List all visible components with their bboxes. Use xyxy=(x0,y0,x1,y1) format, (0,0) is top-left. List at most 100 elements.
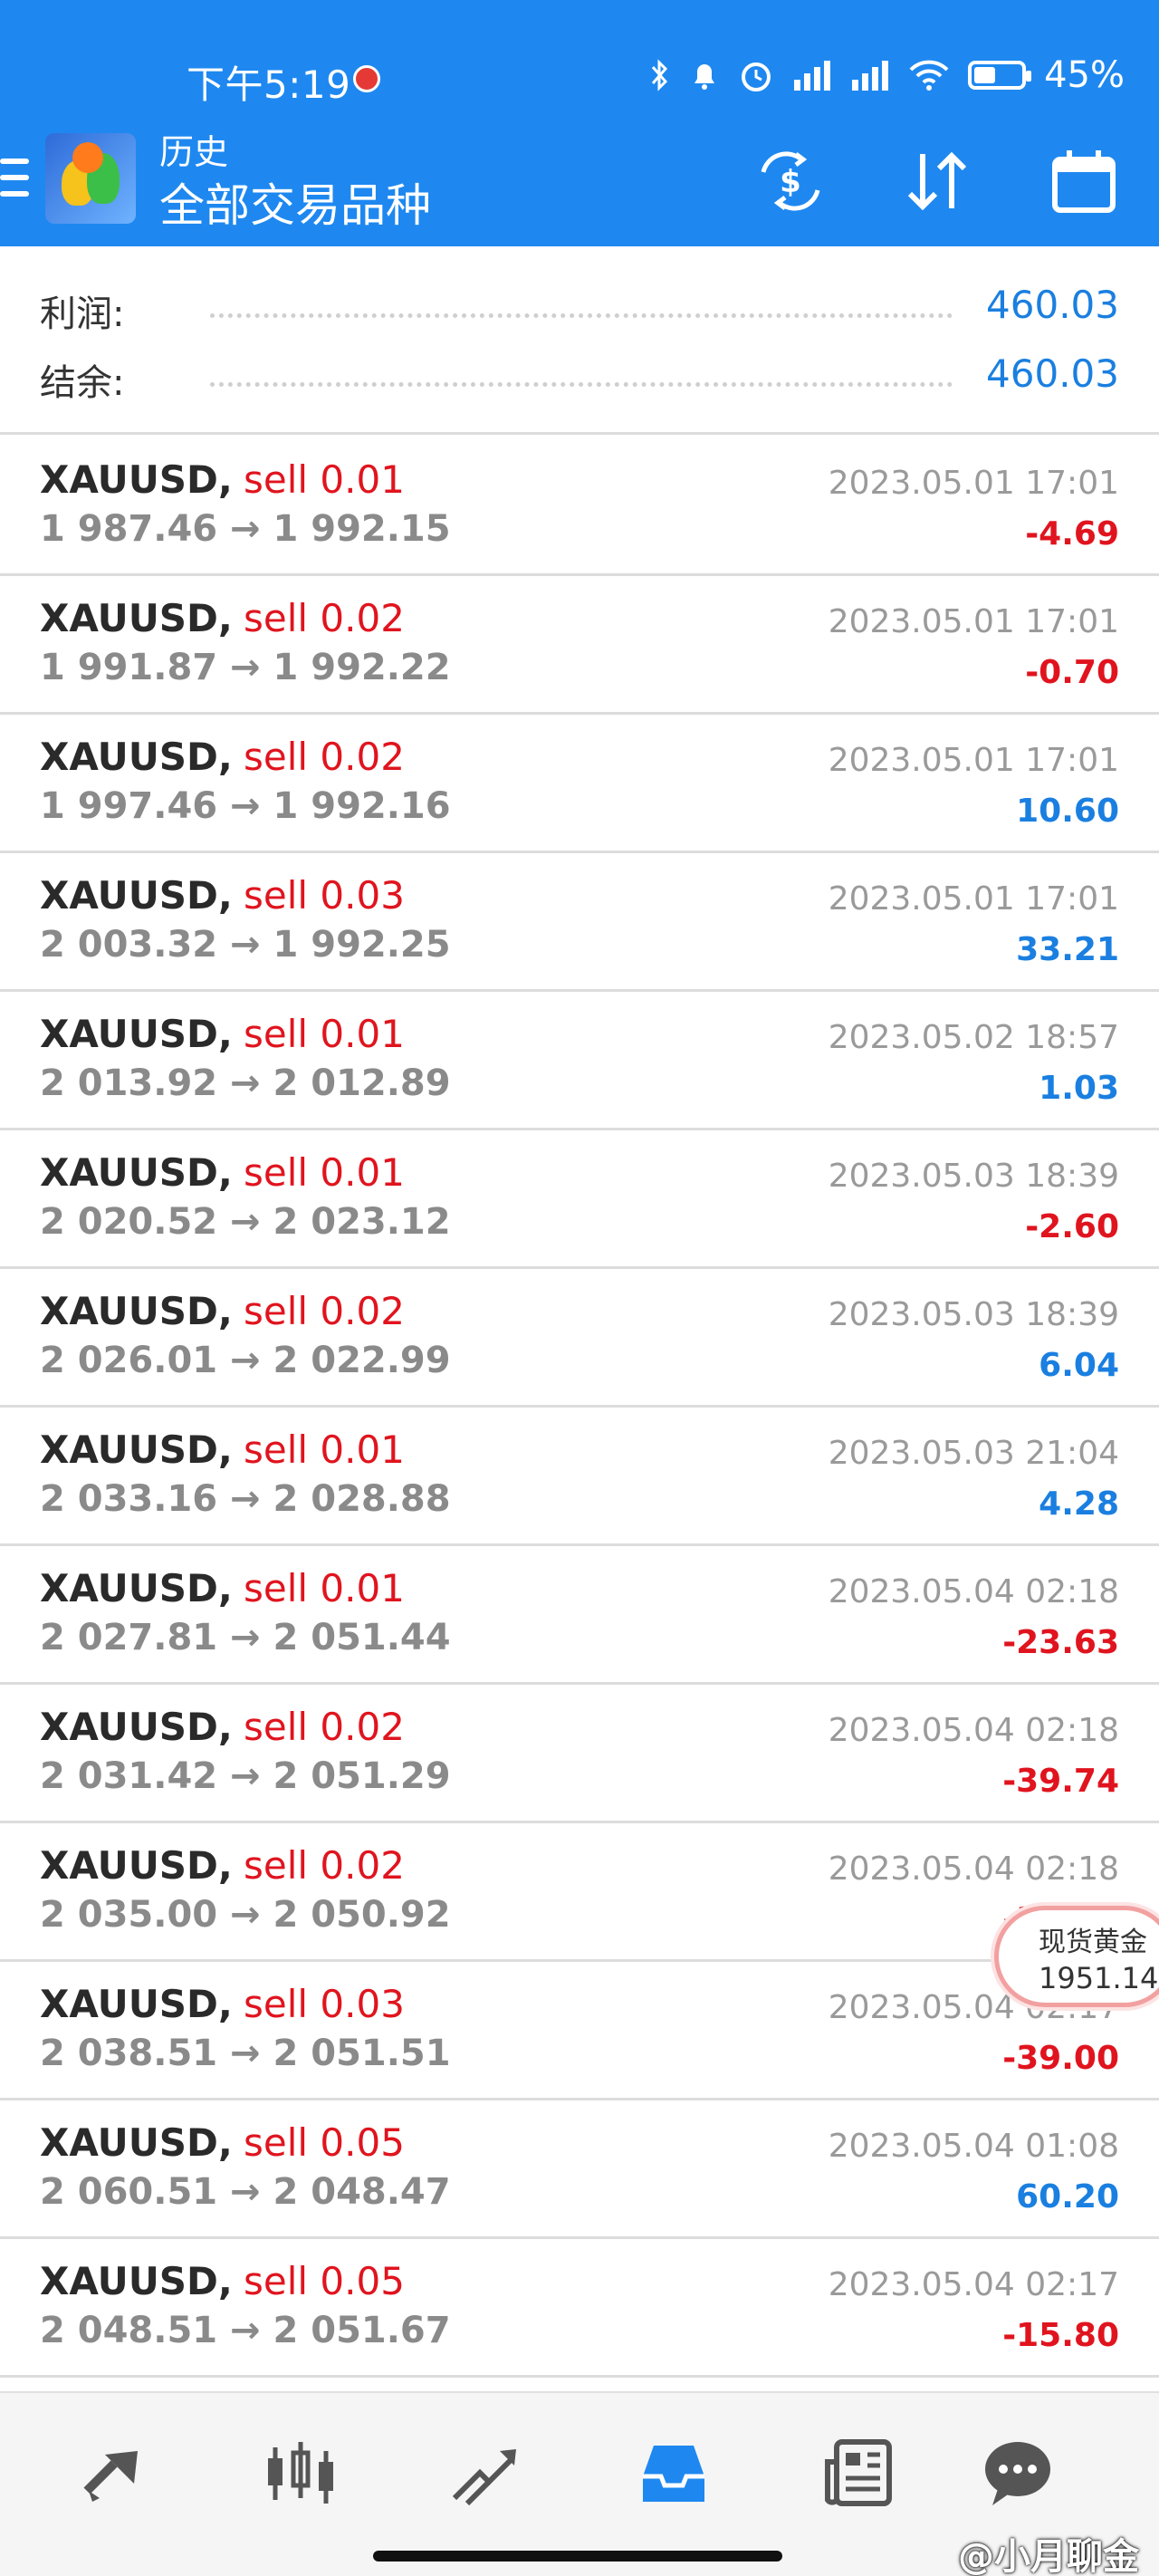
signal-icon-2 xyxy=(850,60,890,91)
trade-time: 2023.05.03 18:39 xyxy=(828,1158,1119,1195)
dotted-leader xyxy=(210,382,953,387)
trade-profit: 6.04 xyxy=(1039,1347,1119,1384)
trade-row[interactable]: XAUUSD, sell 0.01 2 013.92 → 2 012.89 2023.… xyxy=(0,992,1159,1130)
trade-side: sell 0.02 xyxy=(244,596,405,640)
trade-symbol: XAUUSD, xyxy=(40,596,233,640)
balance-value: 460.03 xyxy=(986,351,1119,396)
trade-row[interactable]: XAUUSD, sell 0.01 2 033.16 → 2 028.88 2023.… xyxy=(0,1408,1159,1546)
trade-profit: 1.03 xyxy=(1039,1070,1119,1107)
trade-profit: -39.74 xyxy=(1002,1763,1119,1800)
quotes-icon xyxy=(83,2451,138,2502)
trade-prices: 2 031.42 → 2 051.29 xyxy=(40,1755,451,1797)
trade-side: sell 0.01 xyxy=(244,1427,405,1472)
trade-side: sell 0.05 xyxy=(244,2259,405,2303)
trade-row[interactable]: XAUUSD, sell 0.02 2 031.42 → 2 051.29 2023.… xyxy=(0,1685,1159,1823)
trade-row[interactable]: XAUUSD, sell 0.01 2 027.81 → 2 051.44 2023.… xyxy=(0,1546,1159,1685)
trade-row[interactable]: XAUUSD, sell 0.02 2 026.01 → 2 022.99 2023.… xyxy=(0,1269,1159,1408)
trade-symbol: XAUUSD, xyxy=(40,1012,233,1056)
trade-profit: -39.00 xyxy=(1002,2040,1119,2077)
alarm-icon xyxy=(738,57,774,93)
trade-side: sell 0.01 xyxy=(244,1150,405,1195)
trade-side: sell 0.03 xyxy=(244,1982,405,2026)
trade-profit: -2.60 xyxy=(1025,1208,1119,1245)
trade-symbol: XAUUSD, xyxy=(40,457,233,502)
watermark: @小月聊金 xyxy=(958,2536,1139,2576)
trade-profit: -0.70 xyxy=(1025,654,1119,691)
trade-side: sell 0.05 xyxy=(244,2120,405,2165)
app-logo xyxy=(45,133,136,224)
nav-quotes[interactable] xyxy=(71,2427,161,2518)
trade-time: 2023.05.04 01:08 xyxy=(828,2128,1119,2165)
sort-button[interactable] xyxy=(896,140,978,222)
trade-history-list: XAUUSD, sell 0.01 1 987.46 → 1 992.15 2023.… xyxy=(0,437,1159,2378)
calendar-icon xyxy=(1052,150,1116,213)
trade-prices: 1 991.87 → 1 992.22 xyxy=(40,647,451,688)
trade-side: sell 0.03 xyxy=(244,873,405,918)
trade-prices: 2 013.92 → 2 012.89 xyxy=(40,1062,451,1104)
balance-label: 结余: xyxy=(40,362,125,404)
currency-exchange-button[interactable]: $ xyxy=(750,140,831,222)
trade-symbol: XAUUSD, xyxy=(40,1289,233,1333)
trade-symbol: XAUUSD, xyxy=(40,2259,233,2303)
nav-history[interactable] xyxy=(628,2427,719,2518)
trade-time: 2023.05.04 02:18 xyxy=(828,1850,1119,1888)
menu-icon[interactable] xyxy=(0,159,29,200)
trade-time: 2023.05.03 18:39 xyxy=(828,1296,1119,1333)
trade-symbol: XAUUSD, xyxy=(40,1982,233,2026)
trade-side: sell 0.02 xyxy=(244,735,405,779)
trade-time: 2023.05.01 17:01 xyxy=(828,880,1119,918)
trade-time: 2023.05.01 17:01 xyxy=(828,742,1119,779)
trade-symbol: XAUUSD, xyxy=(40,1705,233,1749)
trade-row[interactable]: XAUUSD, sell 0.05 2 048.51 → 2 051.67 2023.… xyxy=(0,2239,1159,2378)
trade-row[interactable]: XAUUSD, sell 0.02 1 997.46 → 1 992.16 2023.… xyxy=(0,715,1159,853)
currency-exchange-icon: $ xyxy=(761,151,820,211)
nav-news[interactable] xyxy=(813,2427,904,2518)
trade-row[interactable]: XAUUSD, sell 0.02 1 991.87 → 1 992.22 2023.… xyxy=(0,576,1159,715)
chart-candles-icon xyxy=(268,2442,333,2504)
bell-icon xyxy=(689,58,720,92)
app-header: 下午5:19 45% 历史 全部交易品种 $ xyxy=(0,0,1159,246)
trade-row[interactable]: XAUUSD, sell 0.03 2 003.32 → 1 992.25 2023.… xyxy=(0,853,1159,992)
trade-row[interactable]: XAUUSD, sell 0.01 2 020.52 → 2 023.12 2023.… xyxy=(0,1130,1159,1269)
nav-chart[interactable] xyxy=(255,2427,346,2518)
trade-profit: -23.63 xyxy=(1002,1624,1119,1661)
trade-profit: 10.60 xyxy=(1016,793,1119,830)
trade-profit: 33.21 xyxy=(1016,931,1119,968)
trade-prices: 1 997.46 → 1 992.16 xyxy=(40,785,451,827)
wifi-icon xyxy=(908,59,950,91)
trade-profit: -4.69 xyxy=(1025,515,1119,553)
trade-time: 2023.05.04 02:18 xyxy=(828,1712,1119,1749)
trade-symbol: XAUUSD, xyxy=(40,735,233,779)
trade-symbol: XAUUSD, xyxy=(40,2120,233,2165)
trade-side: sell 0.02 xyxy=(244,1843,405,1888)
floating-price-badge[interactable]: 现货黄金 1951.14 xyxy=(994,1906,1159,2007)
trade-row[interactable]: XAUUSD, sell 0.01 1 987.46 → 1 992.15 2023.… xyxy=(0,437,1159,576)
trade-symbol: XAUUSD, xyxy=(40,1150,233,1195)
calendar-button[interactable] xyxy=(1043,140,1125,222)
summary-panel: 利润: 460.03 结余: 460.03 xyxy=(0,246,1159,435)
trade-side: sell 0.01 xyxy=(244,1566,405,1610)
trade-row[interactable]: XAUUSD, sell 0.05 2 060.51 → 2 048.47 2023.… xyxy=(0,2100,1159,2239)
trade-prices: 2 048.51 → 2 051.67 xyxy=(40,2310,451,2351)
news-icon xyxy=(825,2439,892,2506)
trade-row[interactable]: XAUUSD, sell 0.02 2 035.00 → 2 050.92 2023.… xyxy=(0,1823,1159,1962)
bluetooth-icon xyxy=(649,58,671,92)
trade-time: 2023.05.04 02:18 xyxy=(828,1573,1119,1610)
nav-chat[interactable] xyxy=(972,2427,1063,2518)
nav-trade[interactable] xyxy=(440,2427,531,2518)
trade-time: 2023.05.03 21:04 xyxy=(828,1435,1119,1472)
page-title[interactable]: 全部交易品种 xyxy=(159,169,431,235)
badge-instrument-name: 现货黄金 xyxy=(1039,1927,1147,1958)
trade-prices: 2 038.51 → 2 051.51 xyxy=(40,2033,451,2074)
home-indicator[interactable] xyxy=(373,2551,782,2562)
status-icons: 45% xyxy=(649,54,1125,96)
trade-prices: 2 026.01 → 2 022.99 xyxy=(40,1340,451,1381)
trade-time: 2023.05.04 02:17 xyxy=(828,2266,1119,2303)
trade-side: sell 0.02 xyxy=(244,1705,405,1749)
svg-text:$: $ xyxy=(780,164,801,200)
trade-row[interactable]: XAUUSD, sell 0.03 2 038.51 → 2 051.51 2023.… xyxy=(0,1962,1159,2100)
status-bar: 下午5:19 45% xyxy=(0,45,1159,118)
trade-symbol: XAUUSD, xyxy=(40,873,233,918)
signal-icon-1 xyxy=(792,60,832,91)
trade-side: sell 0.01 xyxy=(244,1012,405,1056)
